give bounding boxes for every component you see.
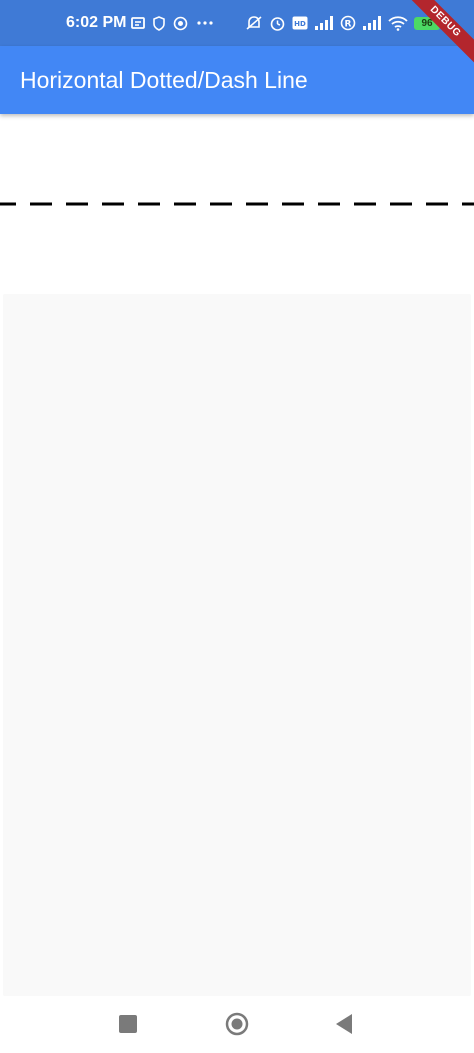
volte-icon: HD — [292, 16, 308, 30]
signal-icon — [314, 16, 334, 30]
home-circle-icon — [225, 1012, 249, 1036]
battery-icon: 96 — [414, 16, 444, 30]
status-time: 6:02 PM — [66, 14, 127, 31]
back-button[interactable] — [328, 1008, 360, 1040]
recents-square-icon — [119, 1015, 137, 1033]
status-right-icons: HD R 96 — [245, 0, 444, 46]
notification-icon — [131, 16, 145, 30]
back-triangle-icon — [336, 1014, 352, 1034]
shield-icon — [153, 15, 165, 31]
settings-icon — [173, 16, 188, 31]
battery-level: 96 — [414, 16, 440, 30]
dash-line-container — [0, 114, 474, 294]
dashed-line — [0, 202, 474, 206]
list-view[interactable] — [3, 294, 471, 996]
signal-icon — [362, 16, 382, 30]
svg-text:R: R — [345, 20, 352, 30]
home-button[interactable] — [221, 1008, 253, 1040]
page-title: Horizontal Dotted/Dash Line — [20, 66, 308, 93]
wifi-icon — [388, 15, 408, 31]
more-icon — [196, 20, 214, 26]
svg-text:HD: HD — [294, 20, 306, 28]
alarm-icon — [269, 15, 286, 32]
status-bar: 6:02 PM HD R 96 — [0, 0, 474, 46]
status-left-icons — [131, 0, 214, 46]
app-bar: Horizontal Dotted/Dash Line — [0, 46, 474, 114]
roaming-icon: R — [340, 15, 356, 31]
navigation-bar — [0, 996, 474, 1053]
recents-button[interactable] — [112, 1008, 144, 1040]
mute-icon — [245, 15, 263, 31]
